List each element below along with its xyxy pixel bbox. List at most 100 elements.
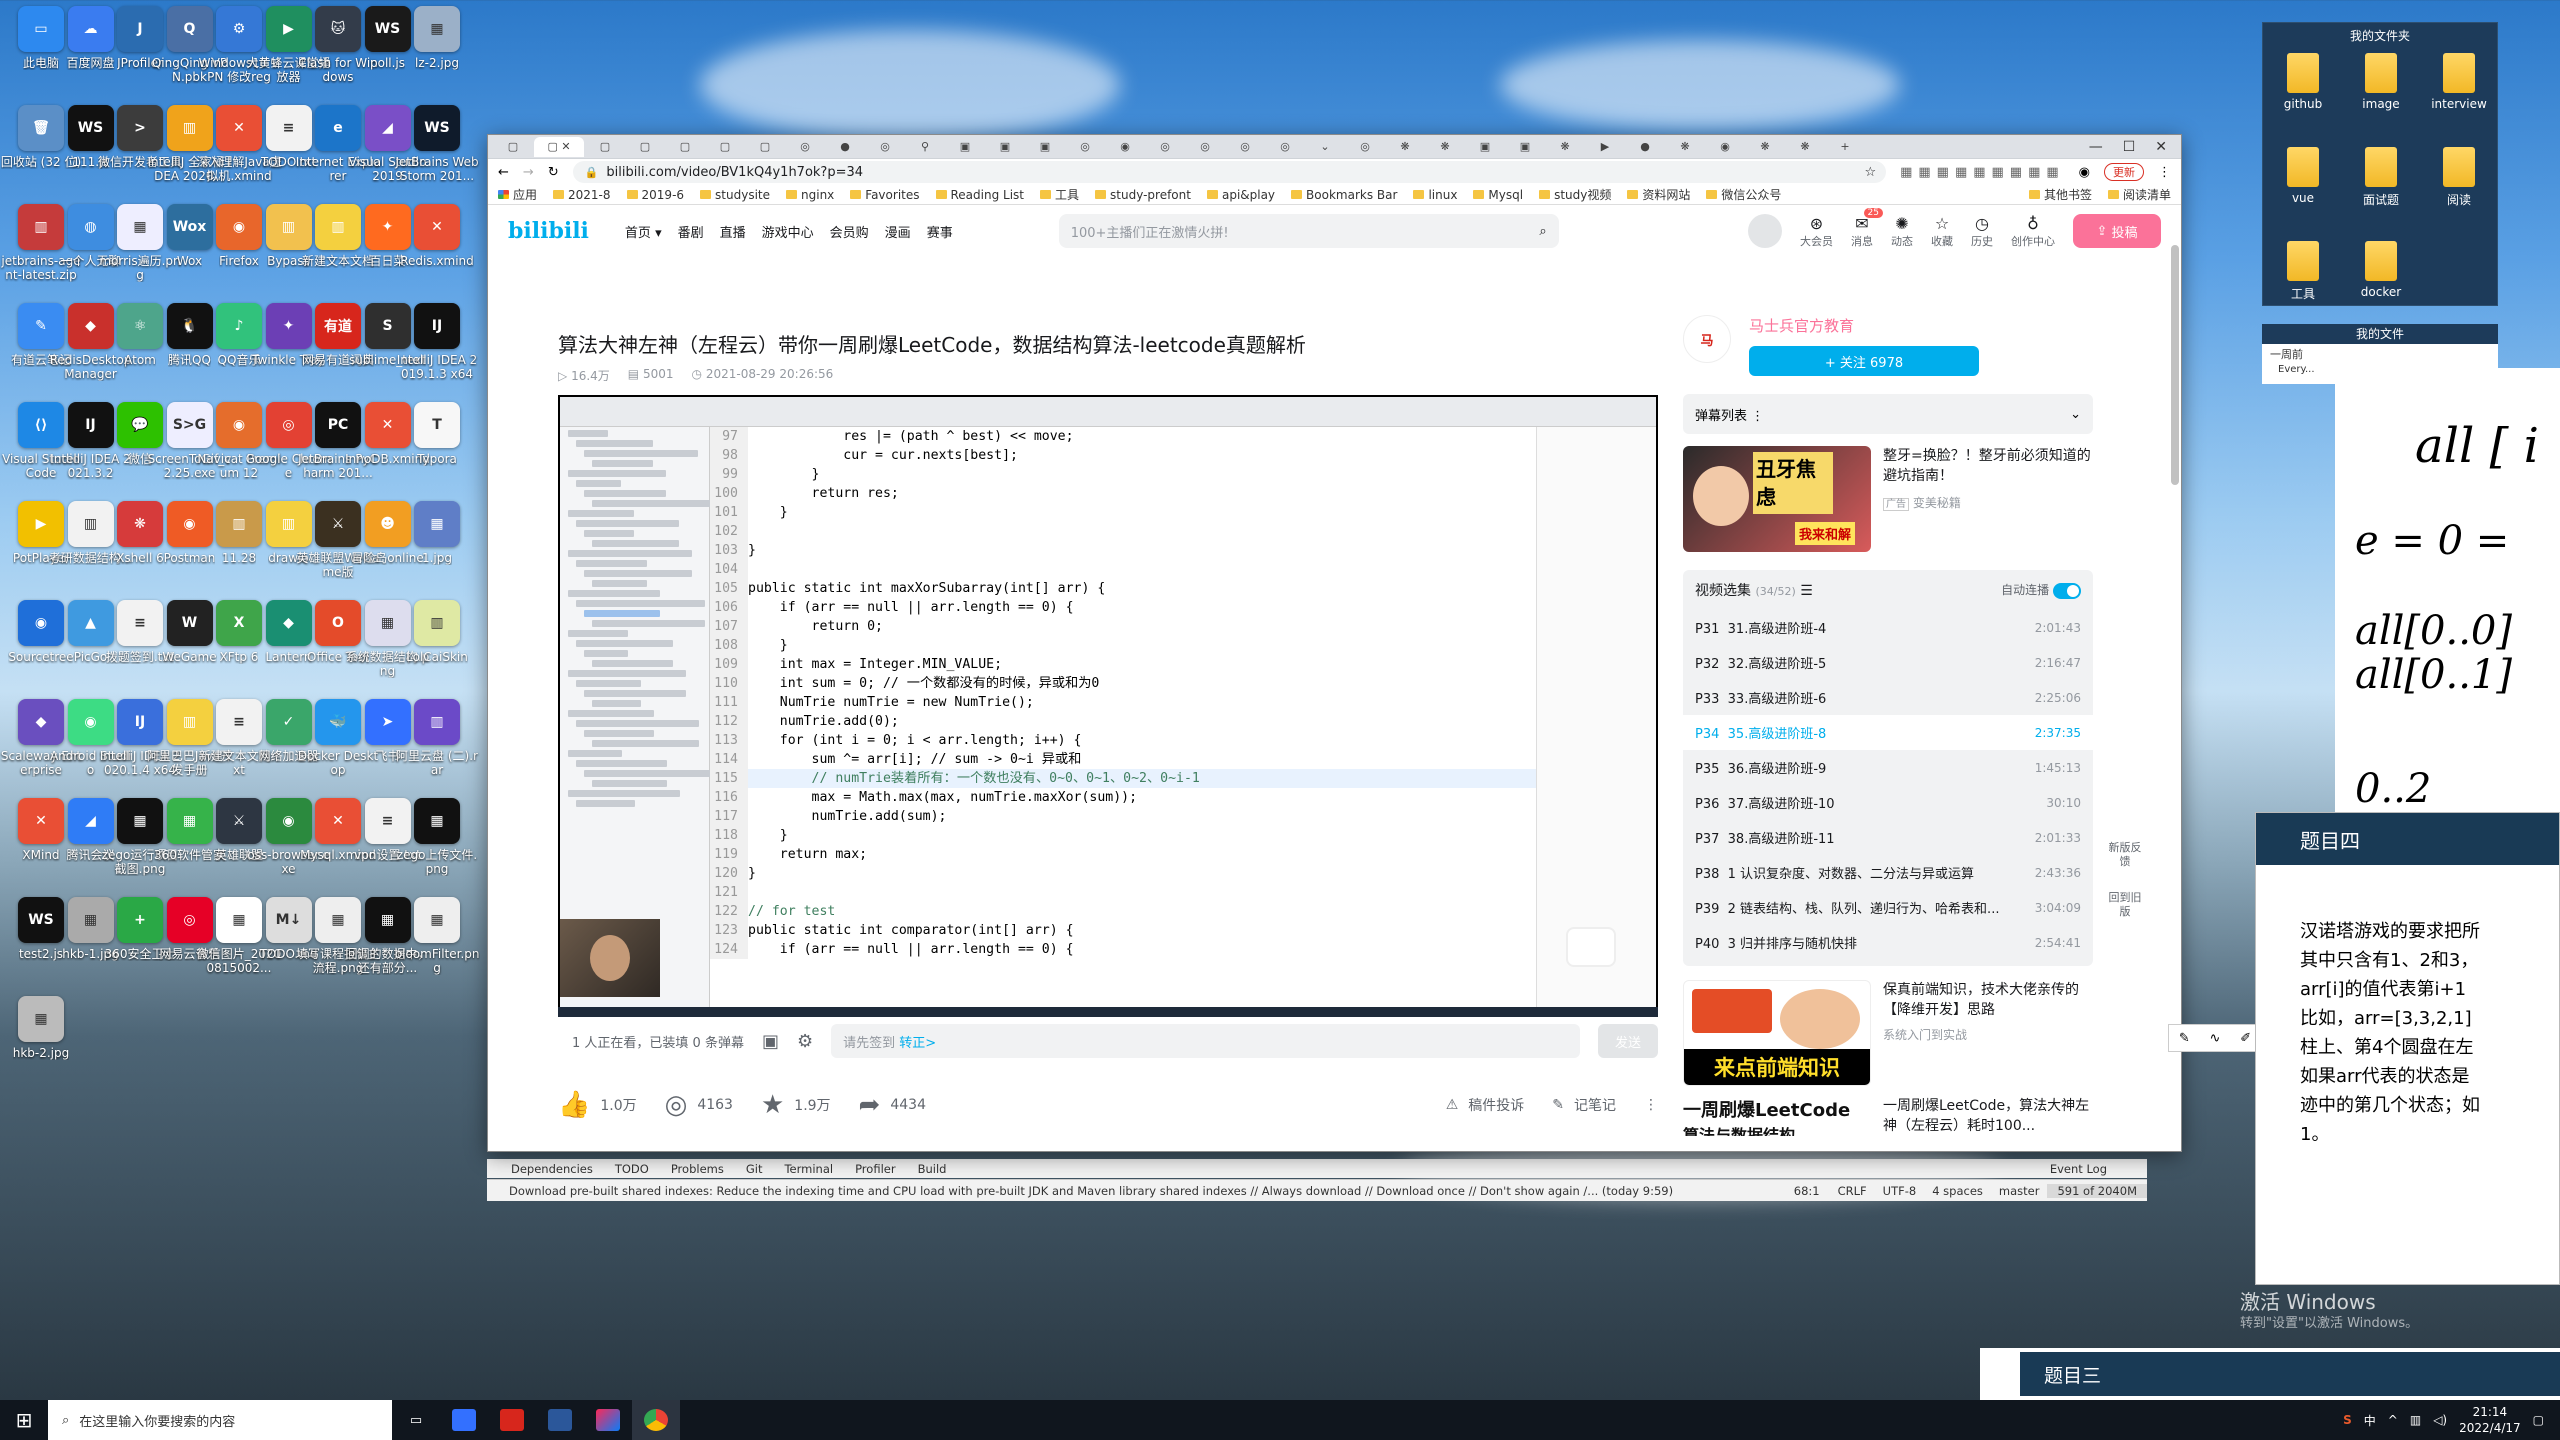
browser-tab[interactable]: ❋ [1386,137,1424,157]
desktop-icon[interactable]: ▥ LolCaiSkin [394,600,480,698]
bookmark-item[interactable]: Reading List [935,188,1024,202]
browser-tab[interactable]: ▢ [586,137,624,157]
ide-event-log[interactable]: Event Log [2050,1162,2147,1176]
notification-icon[interactable]: ▢ [2533,1413,2544,1427]
browser-tab[interactable]: ● [1626,137,1664,157]
uploader-name[interactable]: 马士兵官方教育 [1749,315,1979,336]
ide-tab-git[interactable]: Git [746,1162,763,1176]
browser-tab[interactable]: ▢ [706,137,744,157]
nav-anime[interactable]: 番剧 [678,222,704,241]
profile-avatar[interactable]: ◉ [2079,165,2090,180]
danmaku-list-header[interactable]: 弹幕列表 ⋮ ⌄ [1683,394,2093,434]
minimize-icon[interactable]: — [2089,139,2103,155]
taskbar-intellij[interactable] [584,1400,632,1440]
bookmark-item[interactable]: 工具 [1040,186,1079,203]
browser-tab[interactable]: ● [826,137,864,157]
old-version-link[interactable]: 回到旧版 [2108,891,2142,919]
bookmark-item[interactable]: 2021-8 [553,188,611,202]
episode-item[interactable]: P32 32.高级进阶班-5 2:16:47 [1683,645,2093,680]
episode-item[interactable]: P38 1 认识复杂度、对数器、二分法与异或运算 2:43:36 [1683,855,2093,890]
back-icon[interactable]: ← [498,165,509,180]
folder-shortcut[interactable]: docker [2351,241,2411,299]
episode-item[interactable]: P37 38.高级进阶班-11 2:01:33 [1683,820,2093,855]
page-scrollbar[interactable] [2171,245,2179,485]
new-tab-icon[interactable]: + [1826,137,1864,157]
desktop-icon[interactable]: ✕ Redis.xmind [394,204,480,302]
folder-shortcut[interactable]: interview [2429,53,2489,111]
video-player[interactable]: 97 res |= (path ^ best) << move; 98 cur =… [558,395,1658,1017]
forward-icon[interactable]: → [523,165,534,180]
browser-tab[interactable]: ▶ [1586,137,1624,157]
browser-tab[interactable]: ⌄ [1306,137,1344,157]
nav-live[interactable]: 直播 [720,222,746,241]
browser-tab[interactable]: ❋ [1786,137,1824,157]
share-button[interactable]: ➦ 4434 [859,1090,926,1120]
update-button[interactable]: 更新 [2104,163,2144,181]
sogou-ime-icon[interactable]: S [2343,1413,2352,1427]
browser-tab[interactable]: ▢ ✕ [534,136,584,157]
episode-item[interactable]: P33 33.高级进阶班-6 2:25:06 [1683,680,2093,715]
ide-tab-todo[interactable]: TODO [615,1162,649,1176]
episode-item[interactable]: P31 31.高级进阶班-4 2:01:43 [1683,610,2093,645]
folder-shortcut[interactable]: 工具 [2273,241,2333,302]
feedback-link[interactable]: 新版反馈 [2108,841,2142,869]
desktop-icon[interactable]: ▦ 1.jpg [394,501,480,599]
ide-caret-pos[interactable]: 68:1 [1784,1184,1830,1198]
pen-toolbar[interactable]: ✎ ∿ ✐ [2168,1024,2262,1052]
bookmark-item[interactable]: Mysql [1473,188,1523,202]
desktop-icon[interactable]: ▦ bloomFilter.png [394,897,480,995]
menu-icon[interactable]: ⋮ [2158,165,2171,180]
browser-tab[interactable]: ▢ [626,137,664,157]
ide-tab-terminal[interactable]: Terminal [784,1162,833,1176]
nav-match[interactable]: 赛事 [927,222,953,241]
browser-tab[interactable]: ◉ [1706,137,1744,157]
browser-tab[interactable]: ▣ [946,137,984,157]
rec-card[interactable]: 来点前端知识 保真前端知识，技术大佬亲传的【降维开发】思路 系统入门到实战 [1683,980,2093,1086]
network-icon[interactable]: ▥ [2410,1413,2421,1427]
send-danmaku-button[interactable]: 发送 [1598,1024,1658,1058]
desktop-icon[interactable]: T Typora [394,402,480,500]
ide-tab-profiler[interactable]: Profiler [855,1162,896,1176]
folder-shortcut[interactable]: image [2351,53,2411,111]
bookmark-item[interactable]: study视频 [1539,186,1611,203]
browser-tab[interactable]: ◎ [1226,137,1264,157]
ide-line-sep[interactable]: CRLF [1830,1184,1875,1198]
clock[interactable]: 21:14 2022/4/17 [2459,1404,2521,1436]
desktop-icon[interactable]: WS JetBrains WebStorm 201... [394,105,480,203]
ide-memory[interactable]: 591 of 2040M [2047,1183,2147,1198]
browser-tab[interactable]: ❋ [1546,137,1584,157]
more-icon[interactable]: ⋮ [1644,1097,1658,1113]
taskbar-chrome[interactable] [632,1400,680,1440]
notes-button[interactable]: ✎ 记笔记 [1552,1095,1616,1115]
browser-tab[interactable]: ❋ [1666,137,1704,157]
bookmark-item[interactable]: linux [1413,188,1457,202]
windows-start-icon[interactable]: ⊞ [0,1400,48,1440]
vip-link[interactable]: ⊛ 大会员 [1800,214,1833,249]
browser-tab[interactable]: ◉ [1106,137,1144,157]
browser-tab[interactable]: ▣ [1026,137,1064,157]
episode-item[interactable]: P40 3 归并排序与随机快排 2:54:41 [1683,925,2093,960]
rec-card[interactable]: 一周刷爆LeetCode 算法与数据结构 一周刷爆LeetCode，算法大神左神… [1683,1096,2093,1136]
history-link[interactable]: ◷ 历史 [1971,214,1993,249]
report-button[interactable]: ⚠ 稿件投诉 [1446,1095,1525,1115]
favorite-button[interactable]: ★ 1.9万 [761,1090,831,1120]
browser-tab[interactable]: ⚲ [906,137,944,157]
desktop-icon[interactable]: ▥ 阿里云盘 (二).rar [394,699,480,797]
episode-item[interactable]: P35 36.高级进阶班-9 1:45:13 [1683,750,2093,785]
nav-shop[interactable]: 会员购 [830,222,869,241]
browser-tab[interactable]: ▢ [746,137,784,157]
star-icon[interactable]: ☆ [1864,165,1876,180]
folder-shortcut[interactable]: 阅读 [2429,147,2489,208]
folder-shortcut[interactable]: github [2273,53,2333,111]
ide-indent[interactable]: 4 spaces [1924,1184,1991,1198]
episode-item[interactable]: P34 35.高级进阶班-8 2:37:35 [1683,715,2093,750]
autoplay-toggle[interactable] [2053,582,2081,599]
coin-button[interactable]: ◎ 4163 [665,1090,733,1120]
danmaku-input[interactable]: 请先签到 转正> [831,1024,1580,1058]
omnibox[interactable]: 🔒 bilibili.com/video/BV1kQ4y1h7ok?p=34 ☆ [572,161,1887,183]
lang-indicator[interactable]: 中 [2364,1412,2376,1429]
dynamic-link[interactable]: ✺ 动态 [1891,214,1913,249]
chat-icon[interactable] [1566,927,1616,967]
browser-tab[interactable]: ◎ [1346,137,1384,157]
episode-item[interactable]: P39 2 链表结构、栈、队列、递归行为、哈希表和... 3:04:09 [1683,890,2093,925]
